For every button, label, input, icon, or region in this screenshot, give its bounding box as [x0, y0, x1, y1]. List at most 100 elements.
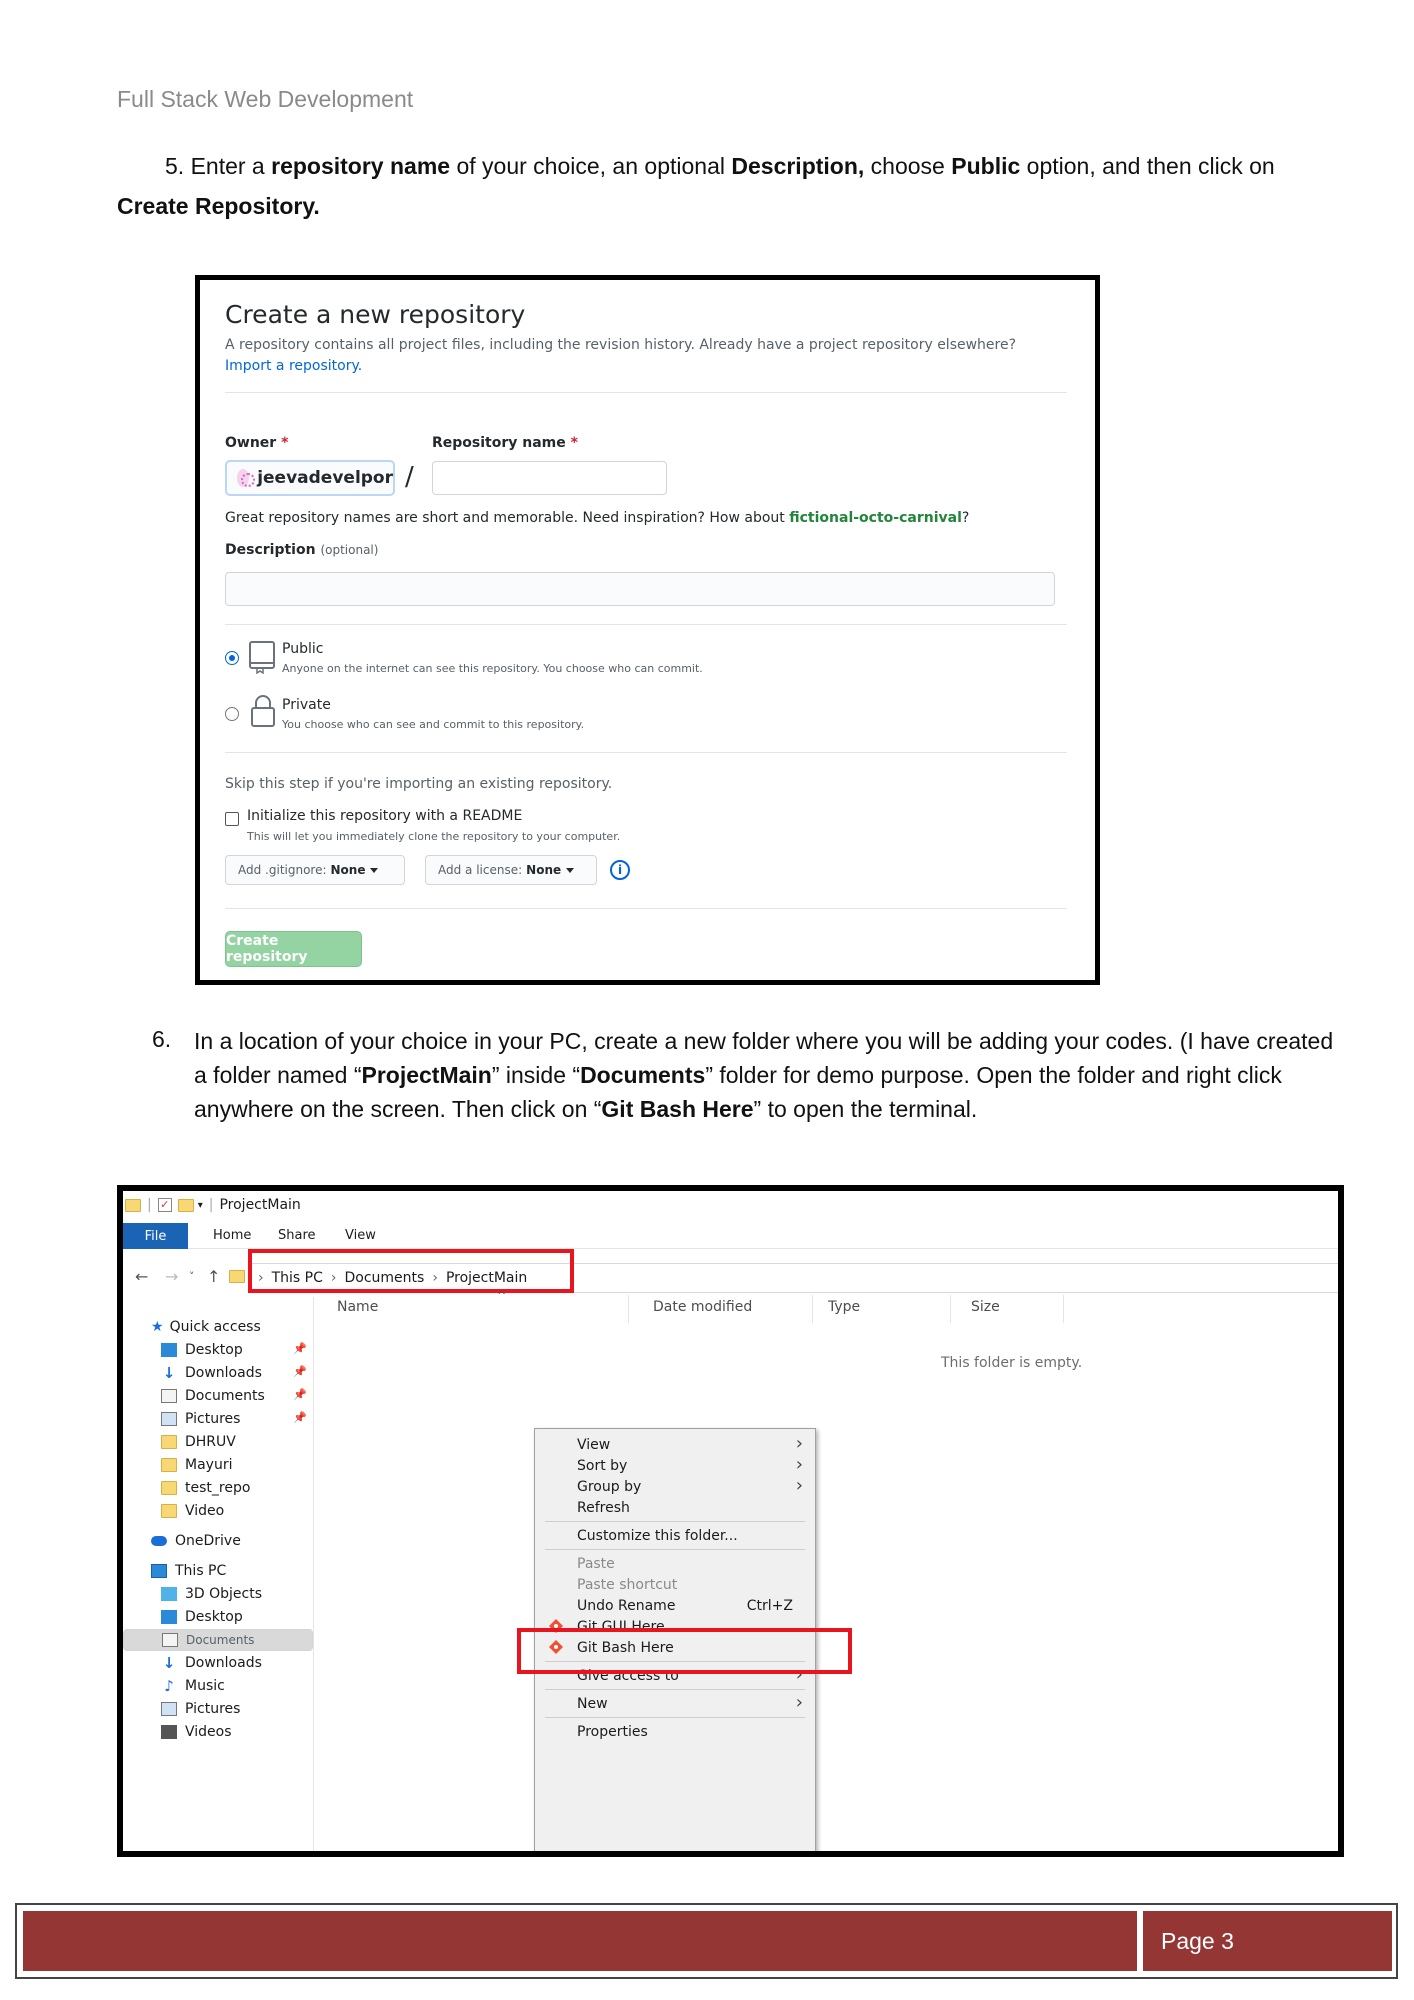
tab-view[interactable]: View: [345, 1228, 376, 1243]
repository-name-input[interactable]: [432, 461, 667, 495]
page-footer: Page 3: [15, 1903, 1398, 1979]
menu-item-undo-rename[interactable]: Undo Rename: [577, 1598, 675, 1614]
column-size[interactable]: Size: [971, 1299, 1000, 1315]
tab-share[interactable]: Share: [278, 1228, 316, 1243]
nav-music[interactable]: ♪ Music: [161, 1675, 225, 1697]
onedrive-label: OneDrive: [175, 1533, 241, 1549]
nav-video[interactable]: Video: [161, 1500, 224, 1522]
owner-select[interactable]: jeevadevelpor: [225, 460, 395, 496]
github-create-repo-screenshot: Create a new repository A repository con…: [195, 275, 1100, 985]
forward-arrow-icon[interactable]: →: [165, 1267, 178, 1286]
tab-file[interactable]: File: [123, 1223, 188, 1249]
private-radio[interactable]: [225, 707, 239, 721]
menu-item-view[interactable]: View: [577, 1437, 610, 1453]
step6-number: 6.: [152, 1026, 172, 1052]
folder-icon: [161, 1435, 177, 1449]
menu-item-sort-by[interactable]: Sort by: [577, 1458, 627, 1474]
gitignore-label: Add .gitignore:: [238, 863, 327, 877]
nav-label: Mayuri: [185, 1457, 233, 1473]
column-name[interactable]: Name: [337, 1299, 378, 1315]
divider: [225, 752, 1067, 753]
menu-item-properties[interactable]: Properties: [577, 1724, 648, 1740]
column-separator: [628, 1295, 629, 1323]
nav-test-repo[interactable]: test_repo: [161, 1477, 250, 1499]
info-icon[interactable]: i: [610, 860, 630, 880]
window-title: ProjectMain: [219, 1197, 301, 1213]
nav-3d-objects[interactable]: 3D Objects: [161, 1583, 262, 1605]
step5-text-1: 5. Enter a: [165, 153, 272, 179]
folder-icon: [161, 1458, 177, 1472]
up-arrow-icon[interactable]: ↑: [207, 1267, 220, 1286]
column-separator: [1063, 1295, 1064, 1323]
import-repository-link[interactable]: Import a repository.: [225, 358, 362, 374]
recent-dropdown-icon[interactable]: ˅: [189, 1270, 195, 1283]
nav-downloads[interactable]: ↓ Downloads: [161, 1362, 262, 1384]
gitignore-select[interactable]: Add .gitignore: None: [225, 855, 405, 885]
menu-separator: [545, 1689, 805, 1690]
menu-item-group-by[interactable]: Group by: [577, 1479, 641, 1495]
nav-pc-documents[interactable]: Documents: [123, 1629, 313, 1651]
nav-videos[interactable]: Videos: [161, 1721, 232, 1743]
column-separator: [812, 1295, 813, 1323]
nav-dhruv[interactable]: DHRUV: [161, 1431, 236, 1453]
properties-check-icon[interactable]: ✓: [157, 1198, 172, 1212]
gh-page-title: Create a new repository: [225, 300, 526, 329]
required-mark: *: [570, 435, 578, 451]
create-repository-button[interactable]: Create repository: [225, 931, 362, 967]
owner-label: Owner *: [225, 435, 288, 451]
caret-down-icon: [370, 867, 379, 873]
hint-suffix: ?: [961, 510, 970, 526]
nav-pc-downloads[interactable]: ↓ Downloads: [161, 1652, 262, 1674]
required-mark: *: [281, 435, 289, 451]
pictures-icon: [161, 1412, 177, 1426]
desktop-icon: [161, 1343, 177, 1357]
nav-this-pc[interactable]: This PC: [151, 1560, 226, 1582]
nav-pc-pictures[interactable]: Pictures: [161, 1698, 240, 1720]
license-select[interactable]: Add a license: None: [425, 855, 597, 885]
menu-item-paste: Paste: [577, 1556, 615, 1572]
back-arrow-icon[interactable]: ←: [135, 1267, 148, 1286]
folder-icon: [125, 1198, 141, 1212]
nav-quick-access[interactable]: ★ Quick access: [151, 1316, 261, 1338]
nav-onedrive[interactable]: OneDrive: [151, 1530, 241, 1552]
new-folder-icon[interactable]: [177, 1198, 194, 1212]
column-type[interactable]: Type: [828, 1299, 860, 1315]
tab-home[interactable]: Home: [213, 1228, 251, 1243]
nav-pictures[interactable]: Pictures: [161, 1408, 240, 1430]
private-title: Private: [282, 697, 331, 713]
customize-toolbar-icon[interactable]: ▾: [198, 1200, 203, 1211]
menu-item-customize[interactable]: Customize this folder...: [577, 1528, 738, 1544]
divider: [225, 624, 1067, 625]
owner-label-text: Owner: [225, 435, 277, 451]
nav-documents[interactable]: Documents: [161, 1385, 265, 1407]
file-explorer-screenshot: | ✓ ▾ | ProjectMain File Home Share View…: [117, 1185, 1344, 1857]
description-input[interactable]: [225, 572, 1055, 606]
step5-bold-4: Create Repository.: [117, 193, 320, 219]
document-icon: [161, 1389, 177, 1403]
step5-text-3: choose: [864, 153, 952, 179]
readme-checkbox[interactable]: [225, 812, 239, 826]
step6-text: In a location of your choice in your PC,…: [194, 1024, 1344, 1126]
step5-bold-3: Public: [951, 153, 1021, 179]
document-icon: [162, 1633, 178, 1647]
caret-down-icon: [566, 867, 575, 873]
menu-separator: [545, 1717, 805, 1718]
page-number: Page 3: [1143, 1911, 1392, 1971]
divider: [225, 908, 1067, 909]
column-date-modified[interactable]: Date modified: [653, 1299, 752, 1315]
description-label-text: Description: [225, 542, 316, 558]
nav-mayuri[interactable]: Mayuri: [161, 1454, 232, 1476]
repo-icon: [249, 641, 275, 674]
nav-pc-desktop[interactable]: Desktop: [161, 1606, 243, 1628]
nav-label: Pictures: [185, 1701, 241, 1717]
empty-folder-text: This folder is empty.: [941, 1355, 1083, 1371]
name-suggestion[interactable]: fictional-octo-carnival: [789, 510, 962, 526]
public-radio[interactable]: [225, 651, 239, 665]
chevron-right-icon: ›: [795, 1433, 803, 1454]
menu-item-new[interactable]: New: [577, 1696, 608, 1712]
step6-bold-2: Documents: [580, 1062, 706, 1088]
nav-label: 3D Objects: [185, 1586, 263, 1602]
menu-item-refresh[interactable]: Refresh: [577, 1500, 630, 1516]
nav-desktop[interactable]: Desktop: [161, 1339, 243, 1361]
folder-icon: [229, 1270, 245, 1283]
